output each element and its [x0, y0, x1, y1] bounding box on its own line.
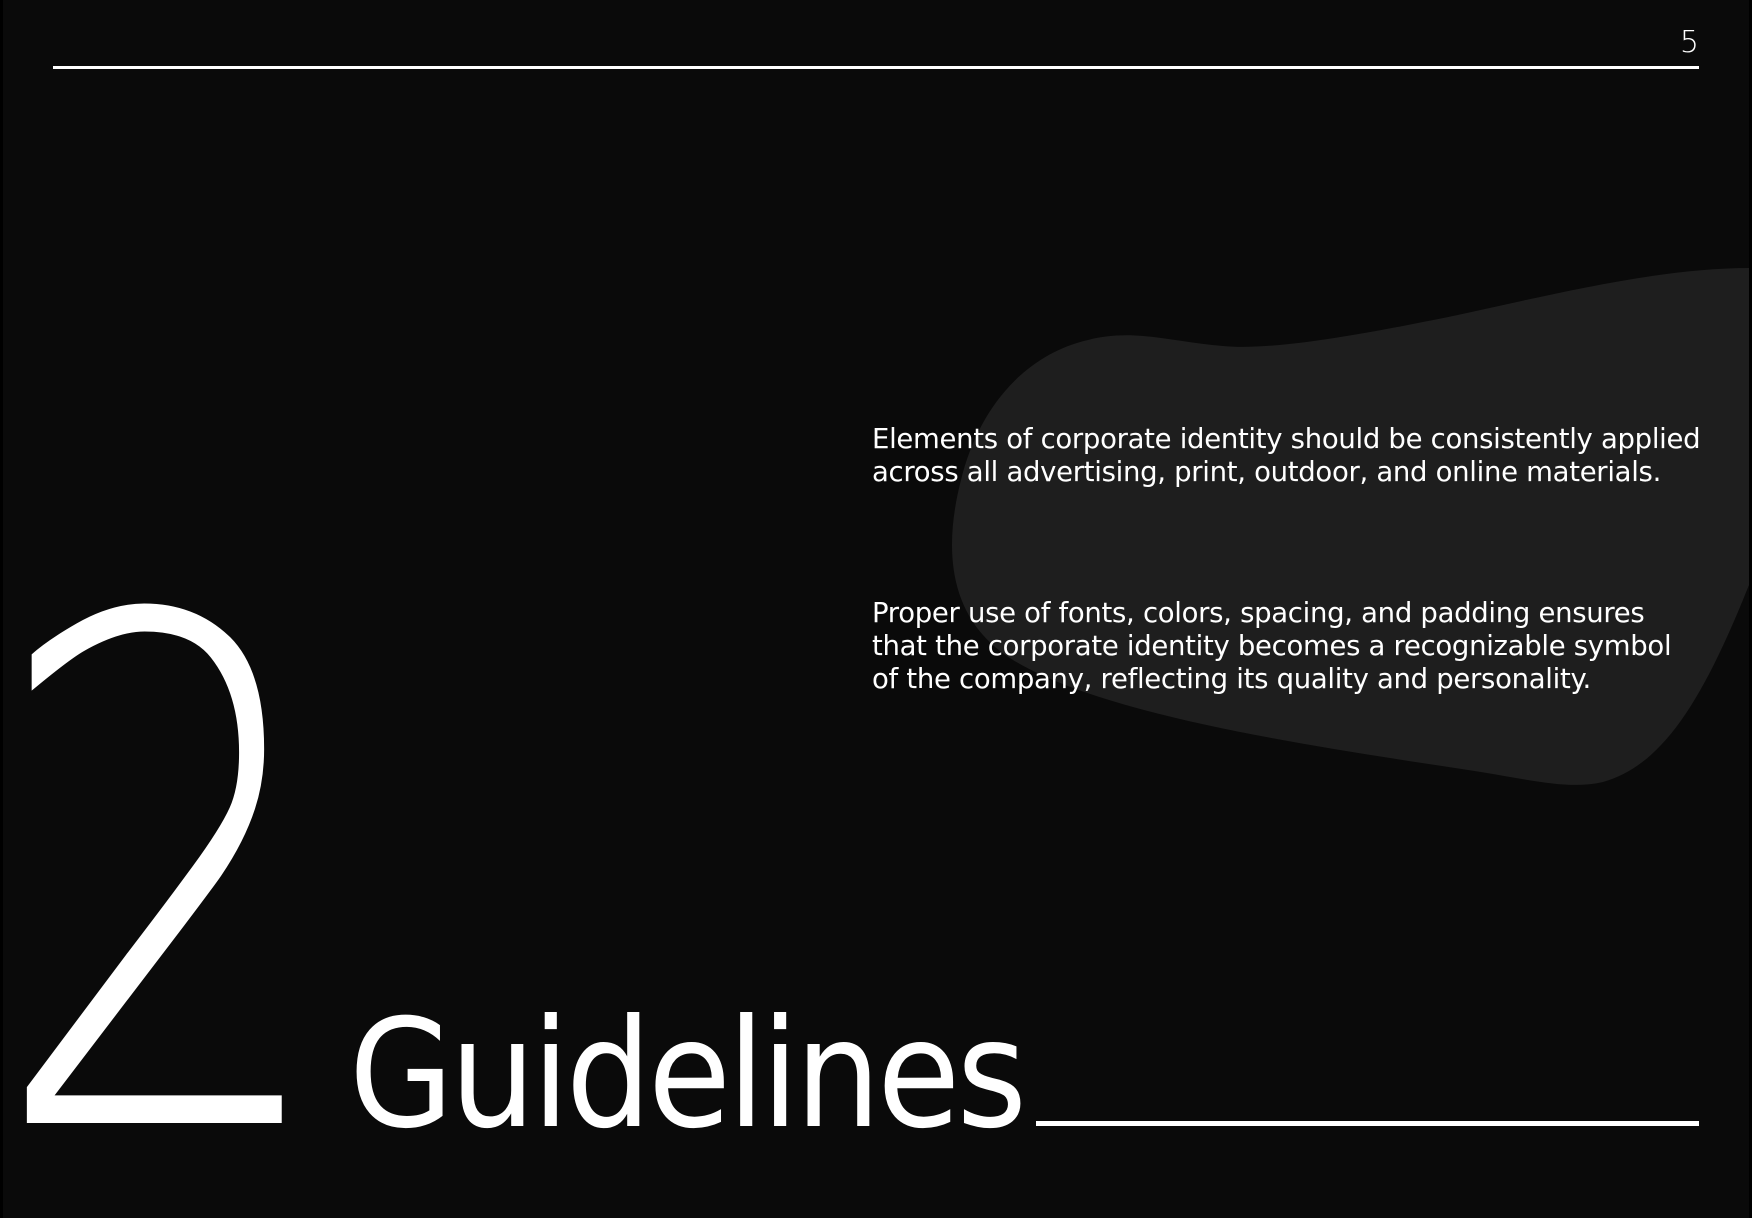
page-number: 5 — [1679, 25, 1699, 60]
title-underline — [1036, 1121, 1699, 1126]
section-title: Guidelines — [349, 988, 1027, 1162]
section-number: 2 — [3, 474, 336, 1218]
body-paragraph: Proper use of fonts, colors, spacing, an… — [872, 596, 1672, 695]
guidelines-page: 5 Elements of corporate identity should … — [3, 0, 1749, 1218]
intro-paragraph: Elements of corporate identity should be… — [872, 422, 1701, 488]
top-divider — [53, 66, 1699, 69]
